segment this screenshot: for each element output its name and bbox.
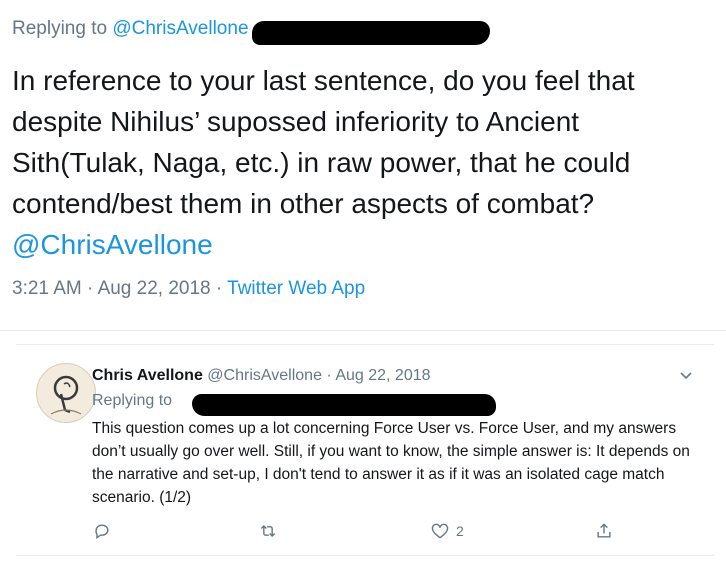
meta-separator: · [81,278,98,299]
reply-body: This question comes up a lot concerning … [92,420,690,506]
retweet-action[interactable] [258,521,284,541]
tweet-body: In reference to your last sentence, do y… [12,60,712,265]
meta-separator: · [321,367,336,384]
reply-replying-to: Replying to [92,392,173,409]
reply-tweet-card[interactable]: Chris Avellone @ChrisAvellone · Aug 22, … [16,344,714,556]
tweet-text: In reference to your last sentence, do y… [12,65,635,219]
chevron-down-icon[interactable] [678,367,694,383]
avatar-sketch-icon [50,375,82,415]
replying-to-label: Replying to [12,18,108,39]
tweet-date[interactable]: Aug 22, 2018 [98,278,211,299]
reply-icon [95,524,109,540]
reply-date[interactable]: Aug 22, 2018 [335,367,430,384]
reply-action[interactable] [92,521,118,541]
divider [0,330,726,331]
reply-header: Chris Avellone @ChrisAvellone · Aug 22, … [92,367,431,385]
replying-to-handle-link[interactable]: @ChrisAvellone [112,18,248,40]
replying-to-line: Replying to @ChrisAvellone [12,18,249,40]
meta-separator: · [210,278,228,299]
like-action[interactable]: 2 [430,521,464,541]
share-action[interactable] [594,521,614,541]
heart-icon [431,523,449,539]
tweet-time[interactable]: 3:21 AM [12,278,82,299]
avatar[interactable] [36,363,96,423]
retweet-icon [260,524,276,538]
redaction-mark [192,394,496,416]
author-name[interactable]: Chris Avellone [92,367,203,384]
author-handle[interactable]: @ChrisAvellone [207,367,322,384]
like-count: 2 [456,523,464,539]
tweet-actions: 2 [92,521,612,545]
share-icon [597,523,611,538]
tweet-source-link[interactable]: Twitter Web App [227,278,365,299]
tweet-mention-link[interactable]: @ChrisAvellone [12,224,712,265]
tweet-meta: 3:21 AM · Aug 22, 2018 · Twitter Web App [12,278,365,300]
redaction-mark [252,21,490,45]
